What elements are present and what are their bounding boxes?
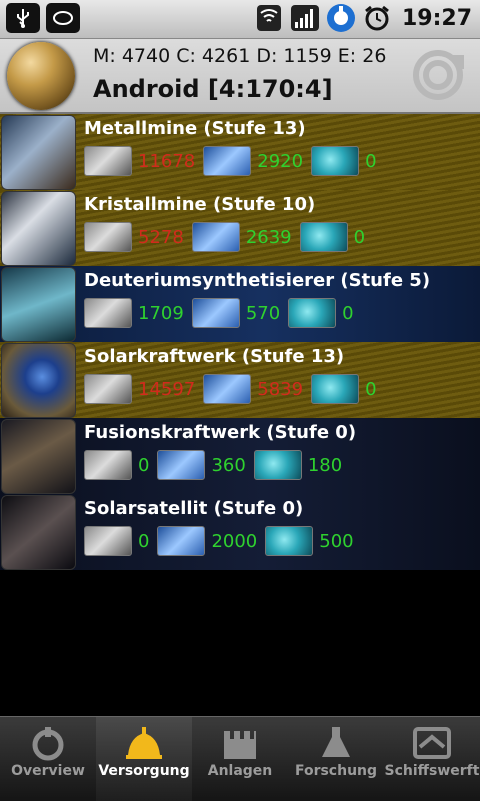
planet-name[interactable]: Android [4:170:4] [93,75,333,103]
metal-icon [84,146,132,176]
building-thumbnail [1,495,76,570]
metal-cost: 11678 [138,150,196,172]
deuterium-cost: 0 [342,302,354,324]
crystal-cost: 2920 [257,150,304,172]
crystal-cost: 5839 [257,378,304,400]
deuterium-cost: 500 [319,530,354,552]
building-title: Metallmine (Stufe 13) [84,118,306,139]
metal-cost: 0 [138,530,150,552]
crystal-cost: 570 [245,302,281,324]
crystal-icon [203,146,252,176]
tab-overview[interactable]: Overview [0,717,96,801]
tab-schiffswerft[interactable]: Schiffswerft [384,717,480,801]
crystal-icon [157,450,206,480]
building-thumbnail [1,115,76,190]
building-costs: 0 2000 500 [84,526,362,556]
building-title: Kristallmine (Stufe 10) [84,194,316,215]
supply-icon [126,727,162,759]
deuterium-icon [265,526,314,556]
deuterium-icon [299,222,348,252]
deuterium-cost: 180 [307,454,343,476]
building-row-solarsatellit[interactable]: Solarsatellit (Stufe 0) 0 2000 500 [0,494,480,570]
building-row-kristallmine[interactable]: Kristallmine (Stufe 10) 5278 2639 0 [0,190,480,266]
building-thumbnail [1,191,76,266]
building-costs: 11678 2920 0 [84,146,385,176]
notification-icon [46,3,80,33]
building-row-fusionskraftwerk[interactable]: Fusionskraftwerk (Stufe 0) 0 360 180 [0,418,480,494]
wifi-icon [254,3,284,33]
crystal-icon [191,222,240,252]
crystal-cost: 2000 [211,530,258,552]
tab-label: Forschung [294,763,378,779]
tab-anlagen[interactable]: Anlagen [192,717,288,801]
metal-cost: 1709 [138,302,184,324]
crystal-cost: 360 [211,454,246,476]
power-control-icon [326,3,356,33]
building-list: Metallmine (Stufe 13) 11678 2920 0 Krist… [0,114,480,570]
tab-forschung[interactable]: Forschung [288,717,384,801]
crystal-icon [157,526,206,556]
metal-icon [84,526,132,556]
building-costs: 14597 5839 0 [84,374,385,404]
deuterium-icon [288,298,337,328]
building-thumbnail [1,267,76,342]
alarm-icon [362,3,392,33]
metal-cost: 0 [138,454,150,476]
building-costs: 1709 570 0 [84,298,362,328]
research-icon [322,727,350,757]
tab-versorgung[interactable]: Versorgung [96,717,192,801]
building-thumbnail [1,419,76,494]
facilities-icon [224,731,256,759]
deuterium-icon [253,450,302,480]
building-title: Deuteriumsynthetisierer (Stufe 5) [84,270,431,291]
metal-icon [84,298,132,328]
building-row-solarkraftwerk[interactable]: Solarkraftwerk (Stufe 13) 14597 5839 0 [0,342,480,418]
planet-header: M: 4740 C: 4261 D: 1159 E: 26 Android [4… [0,39,480,114]
refresh-icon[interactable] [410,49,466,101]
status-bar: 19:27 [0,0,480,39]
tab-label: Overview [11,763,85,779]
usb-icon [6,3,40,33]
deuterium-cost: 0 [353,226,366,248]
building-title: Fusionskraftwerk (Stufe 0) [84,422,357,443]
overview-icon [32,727,64,761]
building-title: Solarsatellit (Stufe 0) [84,498,304,519]
building-costs: 0 360 180 [84,450,350,480]
deuterium-icon [311,374,360,404]
resources-summary: M: 4740 C: 4261 D: 1159 E: 26 [93,45,387,67]
metal-cost: 5278 [138,226,184,248]
building-title: Solarkraftwerk (Stufe 13) [84,346,345,367]
metal-cost: 14597 [138,378,196,400]
crystal-icon [203,374,252,404]
tab-label: Schiffswerft [384,763,480,779]
metal-icon [84,450,132,480]
deuterium-cost: 0 [365,378,377,400]
crystal-cost: 2639 [245,226,292,248]
planet-image[interactable] [7,42,75,110]
metal-icon [84,374,132,404]
crystal-icon [191,298,240,328]
metal-icon [84,222,132,252]
building-costs: 5278 2639 0 [84,222,373,252]
deuterium-icon [311,146,360,176]
clock: 19:27 [401,5,472,31]
bottom-tab-bar: Overview Versorgung Anlagen Forschung Sc… [0,716,480,801]
building-row-deuteriumsynthetisierer[interactable]: Deuteriumsynthetisierer (Stufe 5) 1709 5… [0,266,480,342]
tab-label: Versorgung [98,763,190,779]
shipyard-icon [413,727,451,759]
building-thumbnail [1,343,76,418]
tab-label: Anlagen [207,763,273,779]
building-row-metallmine[interactable]: Metallmine (Stufe 13) 11678 2920 0 [0,114,480,190]
signal-icon [290,3,320,33]
deuterium-cost: 0 [365,150,377,172]
